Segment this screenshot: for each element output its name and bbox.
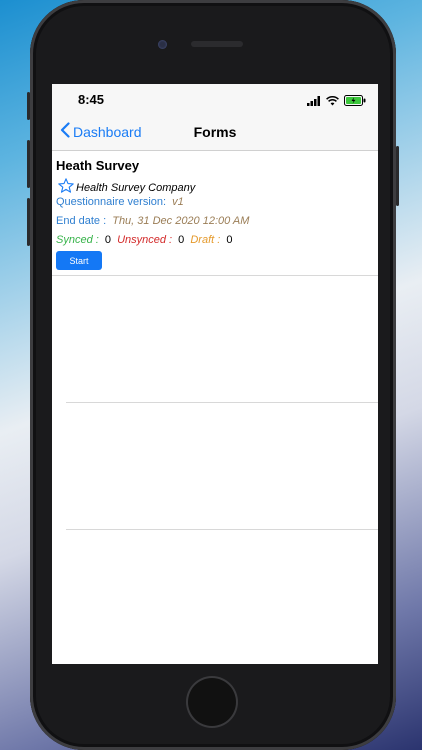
version-row: Questionnaire version: v1 <box>56 196 184 208</box>
company-name: Health Survey Company <box>76 182 196 194</box>
status-time: 8:45 <box>78 92 105 107</box>
synced-count: 0 <box>104 234 111 246</box>
unsynced-count: 0 <box>178 234 185 246</box>
wifi-icon <box>326 93 339 111</box>
version-label: Questionnaire version: <box>56 196 167 208</box>
star-icon[interactable] <box>58 178 74 198</box>
row-divider <box>52 275 378 276</box>
status-icons <box>307 93 366 111</box>
status-bar: 8:45 <box>52 84 378 114</box>
app-screen: 8:45 Dashboard Forms Heath Survey Health… <box>52 84 378 664</box>
end-date-value: Thu, 31 Dec 2020 12:00 AM <box>112 215 250 227</box>
signal-icon <box>307 93 321 111</box>
page-title: Forms <box>193 124 237 140</box>
row-divider <box>66 402 378 403</box>
power-button <box>396 146 399 206</box>
volume-down-button <box>27 198 30 246</box>
battery-icon <box>344 93 366 111</box>
navigation-bar: Dashboard Forms <box>52 114 378 151</box>
row-divider <box>66 529 378 530</box>
end-date-label: End date : <box>56 215 107 227</box>
unsynced-label: Unsynced : <box>117 234 173 246</box>
version-value: v1 <box>172 196 184 208</box>
form-title: Heath Survey <box>56 158 140 173</box>
synced-label: Synced : <box>56 234 99 246</box>
mute-switch <box>27 92 30 120</box>
start-button[interactable]: Start <box>56 251 102 270</box>
company-row: Health Survey Company <box>58 178 195 198</box>
earpiece-speaker <box>191 41 243 47</box>
front-camera <box>158 40 167 49</box>
volume-up-button <box>27 140 30 188</box>
draft-label: Draft : <box>190 234 221 246</box>
end-date-row: End date : Thu, 31 Dec 2020 12:00 AM <box>56 215 249 227</box>
home-button[interactable] <box>188 678 236 726</box>
sync-status-row: Synced : 0 Unsynced : 0 Draft : 0 <box>56 234 232 246</box>
draft-count: 0 <box>226 234 233 246</box>
